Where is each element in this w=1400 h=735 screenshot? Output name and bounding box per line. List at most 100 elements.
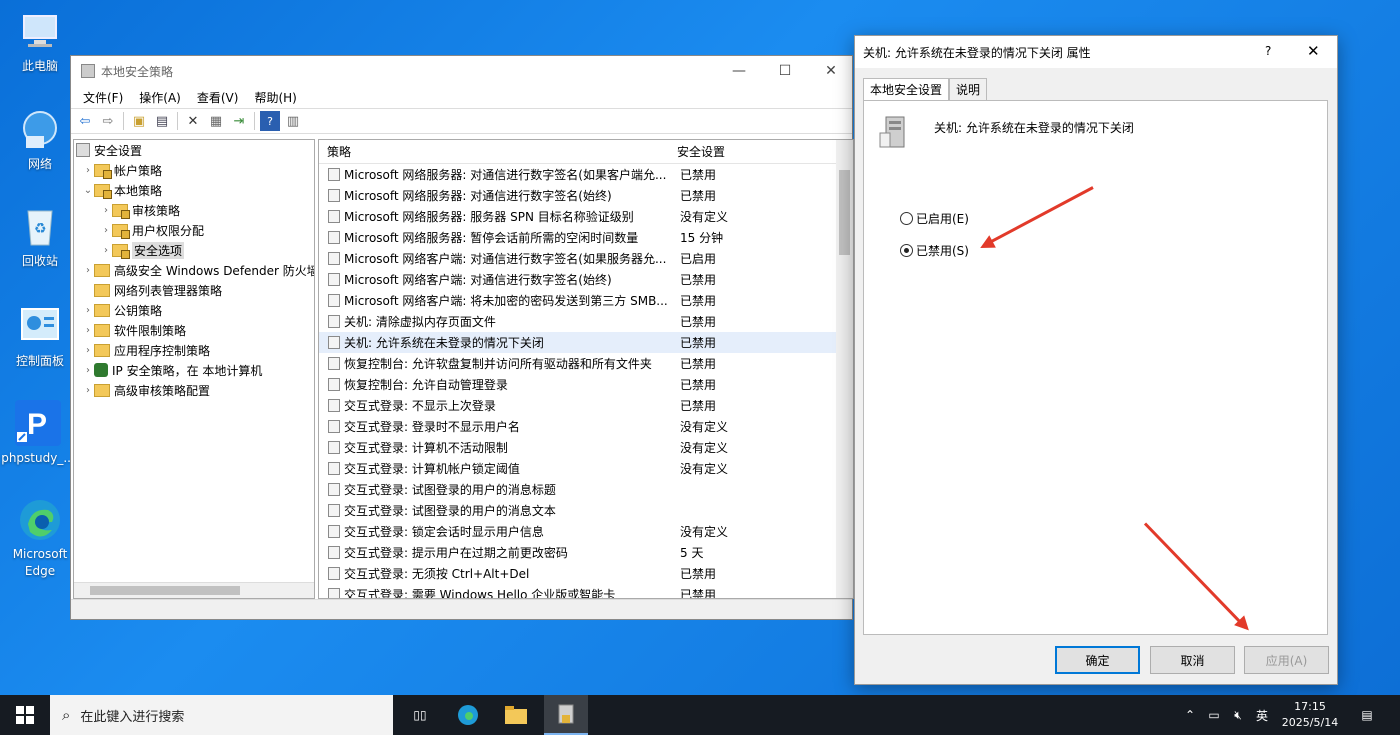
policy-row[interactable]: Microsoft 网络服务器: 服务器 SPN 目标名称验证级别 没有定义 <box>319 206 853 227</box>
policy-row[interactable]: 交互式登录: 计算机不活动限制 没有定义 <box>319 437 853 458</box>
chevron-right-icon[interactable]: › <box>82 165 94 176</box>
tree-item-defender-firewall[interactable]: › 高级安全 Windows Defender 防火墙 <box>82 260 314 280</box>
dialog-help-button[interactable]: ? <box>1265 44 1271 58</box>
policy-row[interactable]: 交互式登录: 试图登录的用户的消息标题 <box>319 479 853 500</box>
delete-icon[interactable]: ✕ <box>183 111 203 131</box>
desktop-icon-control-panel[interactable]: 控制面板 <box>2 305 78 370</box>
chevron-right-icon[interactable]: › <box>82 305 94 316</box>
maximize-button[interactable]: ☐ <box>762 56 808 86</box>
policy-row[interactable]: 交互式登录: 试图登录的用户的消息文本 <box>319 500 853 521</box>
ok-button[interactable]: 确定 <box>1055 646 1140 674</box>
chevron-right-icon[interactable]: › <box>100 245 112 256</box>
tree-horizontal-scrollbar[interactable] <box>74 582 314 598</box>
tab-explain[interactable]: 说明 <box>949 78 988 100</box>
policy-name-cell: Microsoft 网络服务器: 服务器 SPN 目标名称验证级别 <box>344 210 634 224</box>
policy-row[interactable]: 交互式登录: 需要 Windows Hello 企业版或智能卡 已禁用 <box>319 584 853 598</box>
clock[interactable]: 17:15 2025/5/14 <box>1278 695 1342 735</box>
policy-row[interactable]: 恢复控制台: 允许软盘复制并访问所有驱动器和所有文件夹 已禁用 <box>319 353 853 374</box>
dialog-titlebar[interactable]: 关机: 允许系统在未登录的情况下关闭 属性 ? ✕ <box>855 36 1337 68</box>
close-button[interactable]: ✕ <box>808 56 854 86</box>
help-icon[interactable]: ? <box>260 111 280 131</box>
chevron-right-icon[interactable]: › <box>82 365 94 376</box>
cancel-button[interactable]: 取消 <box>1150 646 1235 674</box>
tree-item-local-policies[interactable]: ⌄ 本地策略 <box>82 180 162 200</box>
column-header-setting[interactable]: 安全设置 <box>669 143 819 160</box>
desktop-icon-edge[interactable]: Microsoft Edge <box>2 498 78 580</box>
status-bar <box>71 599 852 619</box>
desktop-icon-network[interactable]: 网络 <box>2 108 78 173</box>
minimize-button[interactable]: — <box>716 56 762 86</box>
show-hide-tree-icon[interactable]: ▤ <box>152 111 172 131</box>
tree-item-network-list-manager[interactable]: 网络列表管理器策略 <box>82 280 222 300</box>
menu-action[interactable]: 操作(A) <box>131 89 189 106</box>
window-titlebar[interactable]: 本地安全策略 — ☐ ✕ <box>71 56 852 86</box>
policy-row[interactable]: 交互式登录: 计算机帐户锁定阈值 没有定义 <box>319 458 853 479</box>
chevron-right-icon[interactable]: › <box>82 385 94 396</box>
policy-row[interactable]: 交互式登录: 锁定会话时显示用户信息 没有定义 <box>319 521 853 542</box>
policy-row[interactable]: Microsoft 网络服务器: 对通信进行数字签名(如果客户端允... 已禁用 <box>319 164 853 185</box>
menu-view[interactable]: 查看(V) <box>189 89 247 106</box>
policy-row[interactable]: Microsoft 网络服务器: 暂停会话前所需的空闲时间数量 15 分钟 <box>319 227 853 248</box>
tree-item-public-key[interactable]: › 公钥策略 <box>82 300 162 320</box>
up-folder-icon[interactable]: ▣ <box>129 111 149 131</box>
properties-icon[interactable]: ▦ <box>206 111 226 131</box>
tree-item-ip-security[interactable]: › IP 安全策略，在 本地计算机 <box>82 360 262 380</box>
tree-item-security-settings[interactable]: 安全设置 <box>76 140 142 160</box>
task-view-icon[interactable]: ▯▯ <box>400 695 440 735</box>
menu-file[interactable]: 文件(F) <box>75 89 131 106</box>
chevron-right-icon[interactable]: › <box>82 325 94 336</box>
chevron-right-icon[interactable]: › <box>82 345 94 356</box>
policy-row[interactable]: Microsoft 网络客户端: 对通信进行数字签名(始终) 已禁用 <box>319 269 853 290</box>
radio-circle[interactable] <box>900 212 913 225</box>
tree-item-security-options[interactable]: › 安全选项 <box>100 240 185 260</box>
tree-item-account-policies[interactable]: › 帐户策略 <box>82 160 162 180</box>
tree-item-software-restriction[interactable]: › 软件限制策略 <box>82 320 186 340</box>
dialog-close-icon[interactable]: ✕ <box>1307 42 1320 60</box>
view-icon[interactable]: ▥ <box>283 111 303 131</box>
scrollbar-thumb[interactable] <box>90 586 240 595</box>
edge-taskbar-icon[interactable] <box>448 695 488 735</box>
policy-row[interactable]: Microsoft 网络客户端: 对通信进行数字签名(如果服务器允... 已启用 <box>319 248 853 269</box>
taskbar-search-box[interactable]: ⌕ 在此键入进行搜索 <box>50 695 393 735</box>
show-hidden-icons-chevron-icon[interactable]: ⌃ <box>1180 695 1200 735</box>
start-button[interactable] <box>0 695 50 735</box>
tree-item-app-control[interactable]: › 应用程序控制策略 <box>82 340 210 360</box>
policy-row[interactable]: 恢复控制台: 允许自动管理登录 已禁用 <box>319 374 853 395</box>
policy-row[interactable]: 交互式登录: 提示用户在过期之前更改密码 5 天 <box>319 542 853 563</box>
policy-row[interactable]: 交互式登录: 登录时不显示用户名 没有定义 <box>319 416 853 437</box>
radio-circle-checked[interactable] <box>900 244 913 257</box>
forward-arrow-icon[interactable]: ⇨ <box>98 111 118 131</box>
chevron-right-icon[interactable]: › <box>100 205 112 216</box>
radio-disabled[interactable]: 已禁用(S) <box>900 242 969 259</box>
chevron-right-icon[interactable]: › <box>100 225 112 236</box>
policy-row[interactable]: Microsoft 网络客户端: 将未加密的密码发送到第三方 SMB... 已禁用 <box>319 290 853 311</box>
desktop-icon-recycle-bin[interactable]: ♻ 回收站 <box>2 205 78 270</box>
tree-item-user-rights[interactable]: › 用户权限分配 <box>100 220 204 240</box>
export-list-icon[interactable]: ⇥ <box>229 111 249 131</box>
local-security-policy-taskbar-icon[interactable] <box>544 695 588 735</box>
tree-item-advanced-audit[interactable]: › 高级审核策略配置 <box>82 380 210 400</box>
chevron-right-icon[interactable]: › <box>82 265 94 276</box>
tab-local-security-setting[interactable]: 本地安全设置 <box>863 78 950 100</box>
column-header-policy[interactable]: 策略 <box>319 143 669 160</box>
network-tray-icon[interactable]: ▭ <box>1204 695 1224 735</box>
apply-button[interactable]: 应用(A) <box>1244 646 1329 674</box>
file-explorer-icon[interactable] <box>496 695 536 735</box>
policy-row[interactable]: 交互式登录: 无须按 Ctrl+Alt+Del 已禁用 <box>319 563 853 584</box>
policy-row[interactable]: 关机: 清除虚拟内存页面文件 已禁用 <box>319 311 853 332</box>
radio-enabled[interactable]: 已启用(E) <box>900 210 969 227</box>
list-vertical-scrollbar[interactable] <box>836 140 853 598</box>
policy-row[interactable]: Microsoft 网络服务器: 对通信进行数字签名(始终) 已禁用 <box>319 185 853 206</box>
scrollbar-thumb[interactable] <box>839 170 850 255</box>
desktop-icon-this-pc[interactable]: 此电脑 <box>2 10 78 75</box>
desktop-icon-phpstudy[interactable]: P phpstudy_... <box>0 400 76 467</box>
chevron-down-icon[interactable]: ⌄ <box>82 185 94 196</box>
notification-icon[interactable]: ▤ <box>1352 695 1382 735</box>
back-arrow-icon[interactable]: ⇦ <box>75 111 95 131</box>
menu-help[interactable]: 帮助(H) <box>246 89 304 106</box>
volume-muted-icon[interactable]: 🔇︎ <box>1228 695 1248 735</box>
policy-row[interactable]: 交互式登录: 不显示上次登录 已禁用 <box>319 395 853 416</box>
ime-indicator[interactable]: 英 <box>1252 695 1272 735</box>
policy-row[interactable]: 关机: 允许系统在未登录的情况下关闭 已禁用 <box>319 332 853 353</box>
tree-item-audit-policy[interactable]: › 审核策略 <box>100 200 180 220</box>
